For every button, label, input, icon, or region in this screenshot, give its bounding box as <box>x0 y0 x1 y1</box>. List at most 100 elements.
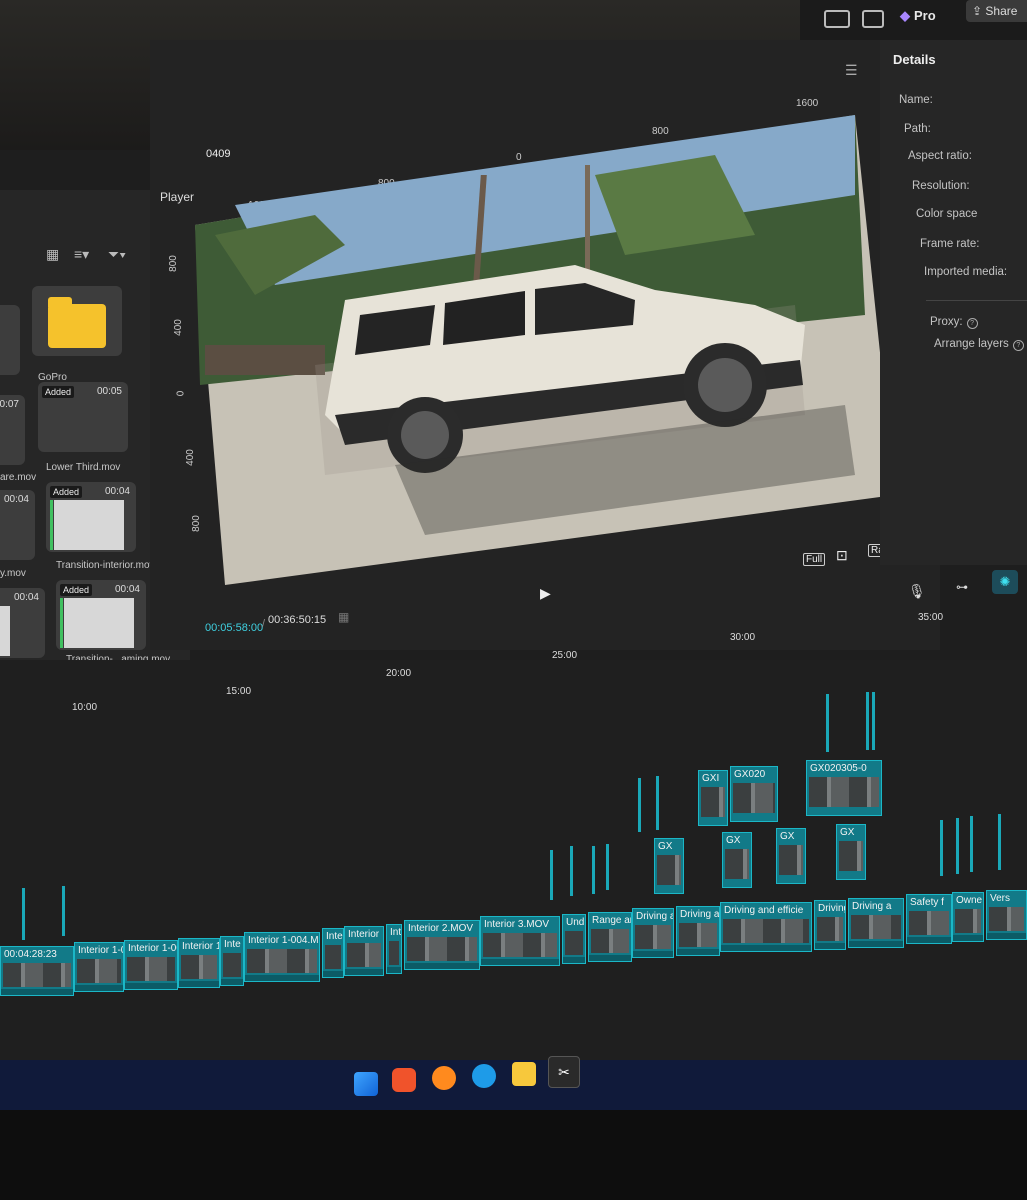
video-clip[interactable]: Vers <box>986 890 1027 940</box>
clip-label: GX <box>780 831 795 842</box>
video-clip[interactable]: 00:04:28:23 <box>0 946 74 996</box>
media-thumbnail <box>0 606 10 656</box>
start-icon[interactable] <box>354 1072 378 1096</box>
media-card-gopro[interactable] <box>32 286 122 356</box>
clip-label: Interior <box>348 929 380 940</box>
total-time: 00:36:50:15 <box>268 614 327 626</box>
arrange-row[interactable]: Arrange layers? <box>934 338 1024 351</box>
video-clip[interactable]: Inte <box>220 936 244 986</box>
clip-label: Safety f <box>910 897 944 908</box>
video-clip[interactable]: Inte <box>386 924 402 974</box>
full-button[interactable]: Full <box>803 553 826 566</box>
clip-audio-strip <box>323 971 343 977</box>
overlay-clip[interactable]: GXI <box>698 770 728 826</box>
grid-view-icon[interactable]: ▦ <box>46 246 59 263</box>
video-clip[interactable]: Safety f <box>906 894 952 944</box>
media-card[interactable]: 00:07 <box>0 395 25 465</box>
media-duration: 00:04 <box>3 494 29 505</box>
ruler-left-tick: 400 <box>172 319 184 336</box>
media-card-transition-aming[interactable]: Added 00:04 <box>56 580 146 650</box>
time-separator: / <box>262 618 266 630</box>
clip-thumbnails <box>389 941 399 965</box>
video-clip[interactable]: Owne <box>952 892 984 942</box>
grid-overlay-icon[interactable]: ▦ <box>338 610 349 624</box>
share-label: Share <box>985 4 1018 18</box>
clip-label: Driving a <box>852 901 892 912</box>
snap-icon[interactable]: ✺ <box>992 570 1018 594</box>
video-clip[interactable]: Driving a <box>632 908 674 958</box>
video-clip[interactable]: Interior 2.MOV <box>404 920 480 970</box>
video-clip[interactable]: Interior 1-004.M <box>244 932 320 982</box>
help-icon[interactable]: ? <box>966 318 978 329</box>
clip-thumbnails <box>407 937 477 961</box>
microphone-icon[interactable]: 🎙 <box>908 583 926 600</box>
play-icon[interactable]: ▶ <box>540 585 551 602</box>
file-explorer-icon[interactable] <box>512 1062 536 1086</box>
video-clip[interactable]: Driving a <box>676 906 720 956</box>
keyboard-icon[interactable] <box>862 10 884 28</box>
video-clip[interactable]: Interior 3.MOV <box>480 916 560 966</box>
video-preview[interactable] <box>195 115 895 585</box>
firefox-icon[interactable] <box>432 1066 456 1090</box>
overlay-clip[interactable]: GX <box>654 838 684 894</box>
brave-icon[interactable] <box>392 1068 416 1092</box>
sort-icon[interactable]: ≡▾ <box>74 246 89 263</box>
pro-badge[interactable]: ◆ Pro <box>900 8 936 24</box>
clip-label: Vers <box>990 893 1011 904</box>
overlay-clip[interactable]: GX020305-0 <box>806 760 882 816</box>
video-clip[interactable]: Driving and efficie <box>720 902 812 952</box>
media-card[interactable]: 00:04 <box>0 588 45 658</box>
detail-colorspace-label: Color space <box>916 208 978 220</box>
clip-thumbnails <box>839 841 863 871</box>
menu-icon[interactable]: ☰ <box>845 62 858 79</box>
clip-thumbnails <box>779 845 803 875</box>
clip-thumbnails <box>247 949 317 973</box>
audio-marker <box>22 888 25 940</box>
zoom-fit-icon[interactable]: ⊡ <box>836 547 848 564</box>
clip-thumbnails <box>3 963 71 987</box>
media-card[interactable]: 00:04 <box>0 490 35 560</box>
video-clip[interactable]: Und <box>562 914 586 964</box>
video-clip[interactable]: Inte <box>322 928 344 978</box>
filter-icon[interactable]: ⏷▾ <box>108 246 126 263</box>
overlay-clip[interactable]: GX <box>722 832 752 888</box>
overlay-clip[interactable]: GX <box>836 824 866 880</box>
proxy-row[interactable]: Proxy:? <box>930 316 978 329</box>
media-card-lower-third[interactable]: Added 00:05 <box>38 382 128 452</box>
clip-thumbnails <box>591 929 629 953</box>
video-clip[interactable]: Driving <box>814 900 846 950</box>
media-card-transition-interior[interactable]: Added 00:04 <box>46 482 136 552</box>
help-icon[interactable]: ? <box>1012 340 1024 351</box>
share-button[interactable]: ⇪ Share <box>966 0 1027 22</box>
timeline-panel[interactable]: 10:00 15:00 20:00 25:00 30:00 35:00 GXI … <box>0 612 1027 1060</box>
clip-audio-strip <box>221 979 243 985</box>
timeline-tick: 15:00 <box>226 686 252 697</box>
audio-marker <box>656 776 659 830</box>
video-clip[interactable]: Range an <box>588 912 632 962</box>
video-clip[interactable]: Interior 1-0 <box>74 942 124 992</box>
overlay-clip[interactable]: GX020 <box>730 766 778 822</box>
details-panel <box>880 40 1027 565</box>
media-card[interactable] <box>0 305 20 375</box>
link-icon[interactable]: ⊶ <box>956 580 968 594</box>
clip-label: Interior 2.MOV <box>408 923 474 934</box>
ruler-left-tick: 800 <box>167 255 179 272</box>
clip-thumbnails <box>733 783 775 813</box>
clip-thumbnails <box>565 931 583 955</box>
video-clip[interactable]: Interior <box>344 926 384 976</box>
layout-icon[interactable] <box>824 10 850 28</box>
edge-icon[interactable] <box>472 1064 496 1088</box>
clip-audio-strip <box>589 955 631 961</box>
clip-audio-strip <box>75 985 123 991</box>
media-name: Transition-interior.mov <box>56 560 155 571</box>
capcut-icon[interactable]: ✂ <box>548 1056 580 1088</box>
video-clip[interactable]: Driving a <box>848 898 904 948</box>
details-divider <box>926 300 1027 301</box>
clip-audio-strip <box>481 959 559 965</box>
overlay-clip[interactable]: GX <box>776 828 806 884</box>
ruler-left-tick: 0 <box>175 390 187 397</box>
video-clip[interactable]: Interior 1-004 <box>124 940 178 990</box>
video-clip[interactable]: Interior 1- <box>178 938 220 988</box>
clip-thumbnails <box>325 945 341 969</box>
clip-label: Driving <box>818 903 845 914</box>
